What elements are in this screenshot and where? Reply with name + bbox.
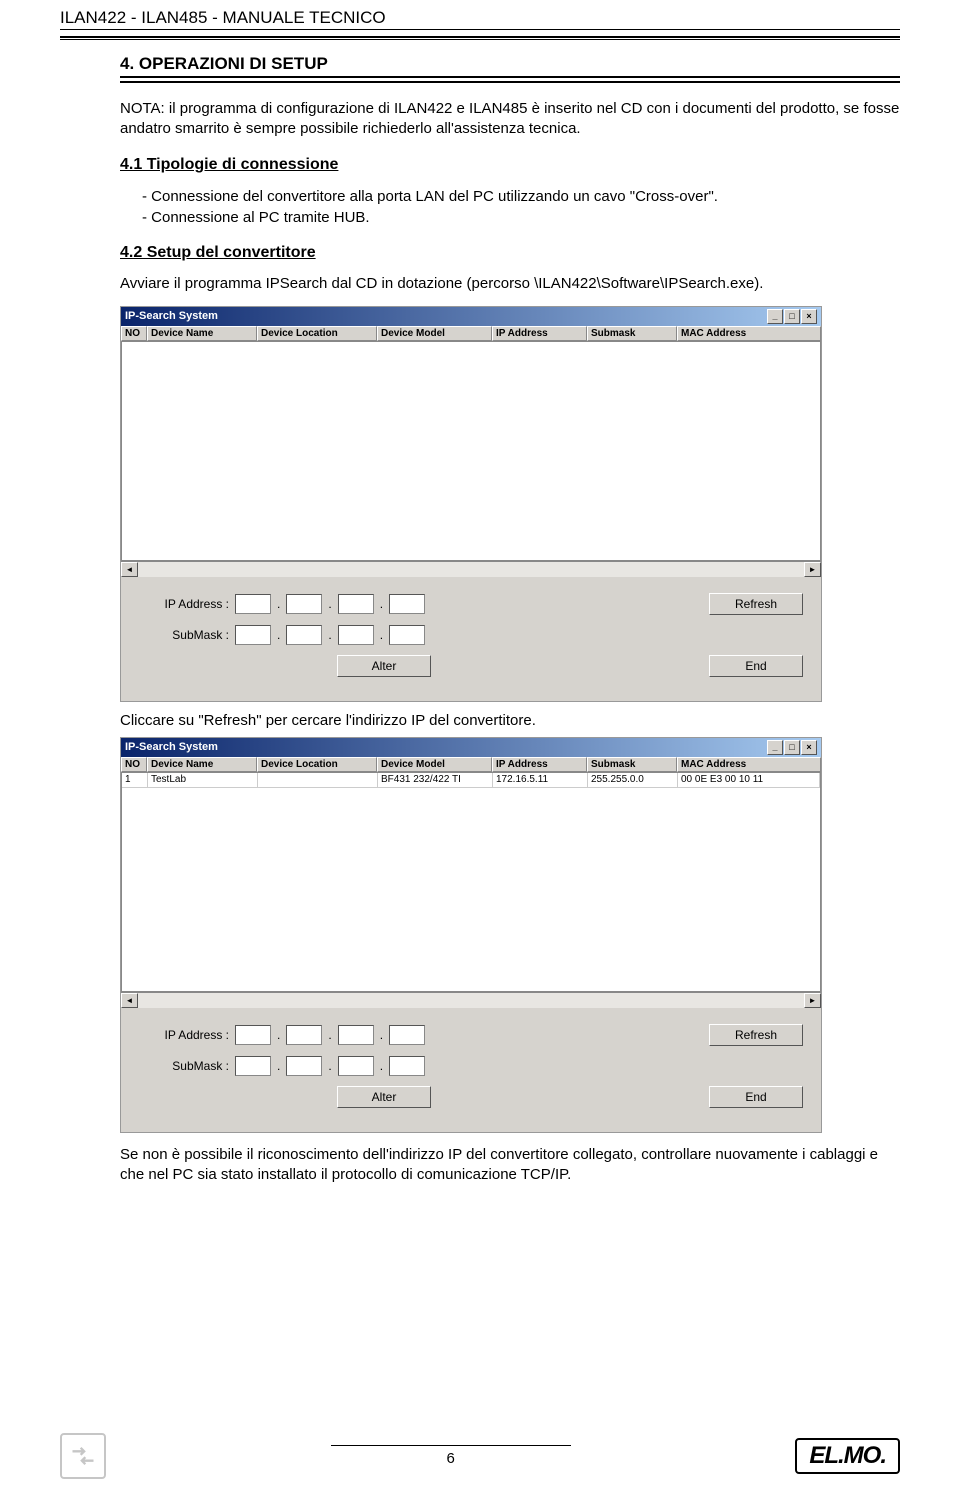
grid-body: 1 TestLab BF431 232/422 TI 172.16.5.11 2…: [121, 773, 821, 992]
col-device-name[interactable]: Device Name: [147, 326, 257, 341]
col-device-model[interactable]: Device Model: [377, 757, 492, 772]
nota-paragraph: NOTA: il programma di configurazione di …: [120, 99, 900, 140]
cell-device-model: BF431 232/422 TI: [378, 773, 493, 788]
sm-octet-3[interactable]: [338, 625, 374, 645]
cell-device-name: TestLab: [148, 773, 258, 788]
sm-octet-2[interactable]: [286, 1056, 322, 1076]
col-device-model[interactable]: Device Model: [377, 326, 492, 341]
submask-label: SubMask :: [139, 1059, 235, 1073]
col-device-name[interactable]: Device Name: [147, 757, 257, 772]
scroll-right-button[interactable]: ►: [804, 562, 821, 577]
scroll-track[interactable]: [138, 562, 804, 577]
grid-header: NO Device Name Device Location Device Mo…: [121, 757, 821, 773]
sm-octet-1[interactable]: [235, 625, 271, 645]
caption-refresh: Cliccare su "Refresh" per cercare l'indi…: [120, 712, 900, 729]
ip-octet-1[interactable]: [235, 594, 271, 614]
page-number: 6: [446, 1450, 454, 1467]
subsection-41-title: 4.1 Tipologie di connessione: [120, 156, 900, 174]
sm-octet-4[interactable]: [389, 1056, 425, 1076]
grid-body-empty: [121, 342, 821, 561]
end-button[interactable]: End: [709, 1086, 803, 1108]
col-device-location[interactable]: Device Location: [257, 757, 377, 772]
col-no[interactable]: NO: [121, 326, 147, 341]
col-ip-address[interactable]: IP Address: [492, 326, 587, 341]
alter-button[interactable]: Alter: [337, 1086, 431, 1108]
sm-octet-2[interactable]: [286, 625, 322, 645]
sm-octet-4[interactable]: [389, 625, 425, 645]
col-ip-address[interactable]: IP Address: [492, 757, 587, 772]
scroll-left-button[interactable]: ◄: [121, 562, 138, 577]
arrows-icon: [60, 1433, 106, 1479]
scroll-right-button[interactable]: ►: [804, 993, 821, 1008]
bullet-41b: - Connessione al PC tramite HUB.: [142, 207, 900, 228]
cell-submask: 255.255.0.0: [588, 773, 678, 788]
window-title: IP-Search System: [125, 741, 218, 753]
text-42: Avviare il programma IPSearch dal CD in …: [120, 274, 900, 294]
minimize-button[interactable]: _: [767, 309, 783, 324]
ipsearch-window-empty: IP-Search System _ □ × NO Device Name De…: [120, 306, 822, 702]
ip-octet-1[interactable]: [235, 1025, 271, 1045]
col-submask[interactable]: Submask: [587, 757, 677, 772]
window-title: IP-Search System: [125, 310, 218, 322]
sm-octet-3[interactable]: [338, 1056, 374, 1076]
alter-button[interactable]: Alter: [337, 655, 431, 677]
refresh-button[interactable]: Refresh: [709, 1024, 803, 1046]
col-mac-address[interactable]: MAC Address: [677, 757, 821, 772]
col-mac-address[interactable]: MAC Address: [677, 326, 821, 341]
h-scrollbar[interactable]: ◄ ►: [121, 992, 821, 1008]
subsection-42-title: 4.2 Setup del convertitore: [120, 244, 900, 262]
bullet-41a: - Connessione del convertitore alla port…: [142, 186, 900, 207]
sm-octet-1[interactable]: [235, 1056, 271, 1076]
running-head: ILAN422 - ILAN485 - MANUALE TECNICO: [60, 0, 900, 28]
cell-ip-address: 172.16.5.11: [493, 773, 588, 788]
ip-octet-3[interactable]: [338, 594, 374, 614]
ip-address-label: IP Address :: [139, 1028, 235, 1042]
close-button[interactable]: ×: [801, 740, 817, 755]
ip-octet-2[interactable]: [286, 1025, 322, 1045]
col-no[interactable]: NO: [121, 757, 147, 772]
ip-octet-4[interactable]: [389, 1025, 425, 1045]
maximize-button[interactable]: □: [784, 740, 800, 755]
titlebar[interactable]: IP-Search System _ □ ×: [121, 307, 821, 326]
submask-label: SubMask :: [139, 628, 235, 642]
ip-octet-3[interactable]: [338, 1025, 374, 1045]
minimize-button[interactable]: _: [767, 740, 783, 755]
close-button[interactable]: ×: [801, 309, 817, 324]
scroll-left-button[interactable]: ◄: [121, 993, 138, 1008]
grid-header: NO Device Name Device Location Device Mo…: [121, 326, 821, 342]
ip-address-label: IP Address :: [139, 597, 235, 611]
scroll-track[interactable]: [138, 993, 804, 1008]
table-row[interactable]: 1 TestLab BF431 232/422 TI 172.16.5.11 2…: [122, 773, 820, 788]
cell-device-location: [258, 773, 378, 788]
trailing-paragraph: Se non è possibile il riconoscimento del…: [120, 1145, 900, 1186]
col-device-location[interactable]: Device Location: [257, 326, 377, 341]
ip-octet-4[interactable]: [389, 594, 425, 614]
ip-octet-2[interactable]: [286, 594, 322, 614]
titlebar[interactable]: IP-Search System _ □ ×: [121, 738, 821, 757]
col-submask[interactable]: Submask: [587, 326, 677, 341]
elmo-logo: EL.MO.: [795, 1438, 900, 1474]
section-title: 4. OPERAZIONI DI SETUP: [120, 54, 900, 78]
refresh-button[interactable]: Refresh: [709, 593, 803, 615]
ipsearch-window-populated: IP-Search System _ □ × NO Device Name De…: [120, 737, 822, 1133]
cell-no: 1: [122, 773, 148, 788]
cell-mac-address: 00 0E E3 00 10 11: [678, 773, 820, 788]
end-button[interactable]: End: [709, 655, 803, 677]
h-scrollbar[interactable]: ◄ ►: [121, 561, 821, 577]
maximize-button[interactable]: □: [784, 309, 800, 324]
